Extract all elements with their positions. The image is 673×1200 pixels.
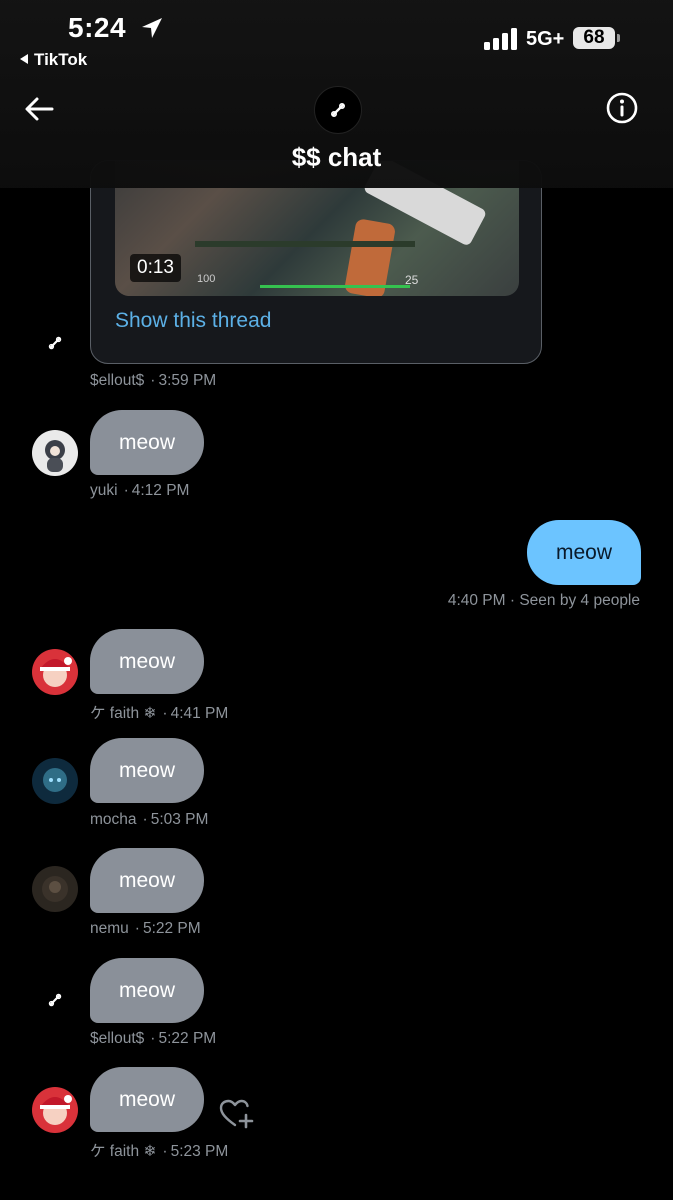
network-type: 5G+ [526, 28, 565, 50]
message-time: 4:12 PM [131, 482, 190, 499]
video-duration-badge: 0:13 [130, 254, 181, 282]
video-hud-hp: 100 [197, 273, 216, 285]
meta-separator: · [150, 372, 156, 389]
info-icon[interactable] [605, 91, 639, 125]
battery-tip [617, 34, 620, 42]
seen-by-status[interactable]: Seen by 4 people [519, 592, 640, 609]
sender-name: mocha [90, 811, 137, 828]
avatar[interactable] [32, 758, 78, 804]
location-arrow-icon [142, 18, 162, 38]
message-bubble[interactable]: meow [90, 848, 204, 913]
avatar[interactable] [32, 320, 78, 366]
message-bubble[interactable]: meow [90, 958, 204, 1023]
avatar[interactable] [32, 1087, 78, 1133]
avatar[interactable] [32, 649, 78, 695]
back-triangle-icon [20, 54, 28, 64]
message-meta: $ellout$ · 5:22 PM [90, 1030, 216, 1048]
message-time: 5:22 PM [142, 920, 201, 937]
message-meta: nemu · 5:22 PM [90, 920, 201, 938]
link-icon [48, 993, 62, 1007]
avatar[interactable] [32, 430, 78, 476]
cellular-signal-icon [484, 28, 517, 50]
chat-title: $$ chat [291, 142, 382, 172]
message-meta: ケ faith ❄ · 5:23 PM [90, 1139, 228, 1161]
message-bubble[interactable]: meow [90, 1067, 204, 1132]
meta-separator: · [505, 592, 520, 609]
video-hud-ammo: 25 [405, 273, 419, 287]
avatar-image [42, 876, 68, 902]
avatar-image [43, 768, 67, 792]
message-meta: mocha · 5:03 PM [90, 811, 208, 829]
show-thread-link[interactable]: Show this thread [115, 309, 271, 333]
sender-name: $ellout$ [90, 1030, 145, 1047]
video-frame-detail [195, 241, 415, 247]
meta-separator: · [162, 705, 168, 722]
status-time: 5:24 [68, 12, 127, 43]
avatar-image [40, 1095, 72, 1125]
message-time: 4:40 PM [447, 592, 506, 609]
message-bubble[interactable]: meow [90, 629, 204, 694]
outgoing-message-meta: 4:40 PM · Seen by 4 people [448, 592, 640, 610]
message-meta: $ellout$ · 3:59 PM [90, 372, 216, 390]
avatar-image [45, 440, 65, 472]
sender-name: $ellout$ [90, 372, 145, 389]
sender-name: ケ faith ❄ [90, 1143, 157, 1160]
message-bubble[interactable]: meow [90, 410, 204, 475]
link-icon [330, 102, 346, 118]
meta-separator: · [150, 1030, 156, 1047]
back-app-label: TikTok [34, 50, 88, 69]
message-bubble[interactable]: meow [90, 738, 204, 803]
sender-name: nemu [90, 920, 129, 937]
avatar[interactable] [32, 866, 78, 912]
battery-indicator: 68 [573, 27, 615, 49]
outgoing-message-bubble[interactable]: meow [527, 520, 641, 585]
video-frame-detail [260, 285, 410, 288]
avatar[interactable] [32, 977, 78, 1023]
chat-header: $$ chat [0, 80, 673, 188]
heart-plus-icon[interactable] [219, 1098, 255, 1130]
message-time: 5:03 PM [150, 811, 209, 828]
meta-separator: · [142, 811, 148, 828]
message-time: 3:59 PM [158, 372, 217, 389]
message-time: 5:22 PM [158, 1030, 217, 1047]
group-avatar[interactable] [314, 86, 362, 134]
back-arrow-icon[interactable] [22, 92, 56, 126]
message-meta: ケ faith ❄ · 4:41 PM [90, 701, 228, 723]
meta-separator: · [134, 920, 140, 937]
shared-thread-card[interactable]: 100 25 0:13 Show this thread [90, 160, 542, 364]
back-to-app-link[interactable]: TikTok [20, 50, 87, 70]
status-bar: 5:24 TikTok 5G+ 68 [0, 0, 673, 80]
link-icon [48, 336, 62, 350]
message-time: 4:41 PM [170, 705, 229, 722]
meta-separator: · [162, 1143, 168, 1160]
message-time: 5:23 PM [170, 1143, 229, 1160]
avatar-image [40, 657, 72, 687]
message-meta: yuki · 4:12 PM [90, 482, 189, 500]
meta-separator: · [123, 482, 129, 499]
sender-name: ケ faith ❄ [90, 705, 157, 722]
sender-name: yuki [90, 482, 118, 499]
